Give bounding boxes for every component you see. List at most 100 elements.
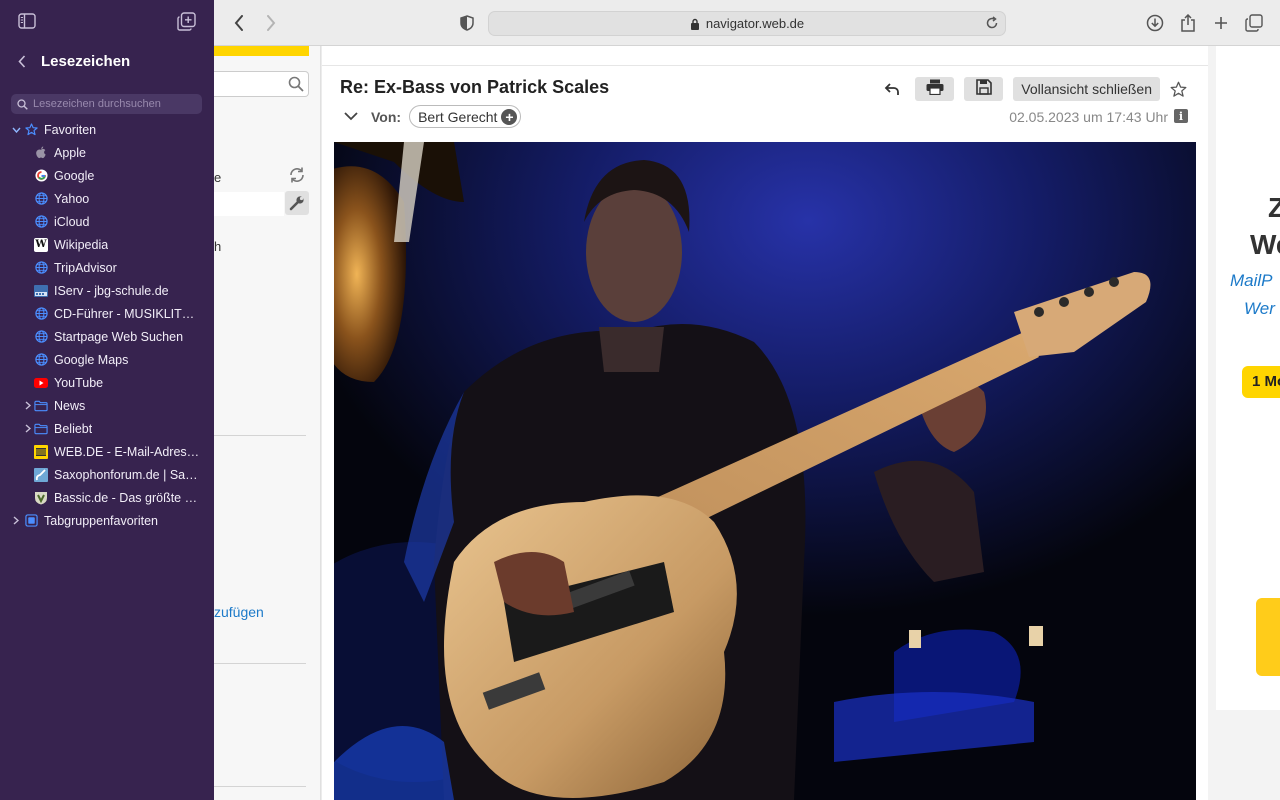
info-icon[interactable]: i xyxy=(1174,109,1188,123)
ad-envelope-graphic xyxy=(1256,598,1280,676)
bookmark-item-tripadvisor[interactable]: TripAdvisor xyxy=(0,256,214,279)
mail-date: 02.05.2023 um 17:43 Uhr xyxy=(1009,109,1168,125)
address-bar[interactable]: navigator.web.de xyxy=(488,11,1006,36)
folder-row[interactable] xyxy=(214,192,284,216)
star-icon[interactable] xyxy=(1166,77,1190,101)
bookmark-search-input[interactable] xyxy=(33,98,193,110)
tab-overview-icon[interactable] xyxy=(1243,12,1265,34)
bookmark-label: WEB.DE - E-Mail-Adresse… xyxy=(54,444,202,459)
webde-icon xyxy=(34,444,48,459)
print-button[interactable] xyxy=(915,77,955,101)
tab-group-icon xyxy=(24,514,38,528)
bookmark-item-google[interactable]: Google xyxy=(0,164,214,187)
attached-photo-bassist xyxy=(334,142,1196,800)
bookmark-label: TripAdvisor xyxy=(54,260,117,275)
sender-chip[interactable]: Bert Gerecht + xyxy=(409,105,522,128)
youtube-icon xyxy=(34,376,48,390)
bookmark-item-bassic[interactable]: Bassic.de - Das größte de… xyxy=(0,486,214,509)
bookmark-item-startpage[interactable]: Startpage Web Suchen xyxy=(0,325,214,348)
bookmark-list: Favoriten Apple Google Yahoo iCloud W Wi… xyxy=(0,118,214,532)
bookmark-folder-beliebt[interactable]: Beliebt xyxy=(0,417,214,440)
sidebar-title: Lesezeichen xyxy=(41,52,131,70)
bookmark-item-google-maps[interactable]: Google Maps xyxy=(0,348,214,371)
wikipedia-icon: W xyxy=(34,237,48,252)
download-icon[interactable] xyxy=(1144,12,1166,34)
truncated-label: e xyxy=(214,170,222,185)
mail-actions: Vollansicht schließen xyxy=(879,77,1190,101)
reload-icon[interactable] xyxy=(985,16,999,33)
save-button[interactable] xyxy=(964,77,1004,101)
divider xyxy=(214,663,306,664)
globe-icon xyxy=(34,215,48,229)
share-icon[interactable] xyxy=(1177,12,1199,34)
add-link-fragment[interactable]: zufügen xyxy=(214,604,264,620)
disclosure-right-icon[interactable] xyxy=(10,516,22,525)
folder-icon xyxy=(34,422,48,436)
ad-subline-1: MailP xyxy=(1230,271,1273,290)
bookmark-item-webde[interactable]: WEB.DE - E-Mail-Adresse… xyxy=(0,440,214,463)
sidebar-toolbar xyxy=(0,0,214,46)
new-tab-group-icon[interactable] xyxy=(177,12,196,36)
tab-group-favorites-folder[interactable]: Tabgruppenfavoriten xyxy=(0,509,214,532)
bookmark-item-apple[interactable]: Apple xyxy=(0,141,214,164)
mail-search-input[interactable] xyxy=(214,71,309,97)
refresh-icon[interactable] xyxy=(288,166,306,189)
forward-arrow-icon[interactable] xyxy=(260,12,282,34)
back-chevron-icon[interactable] xyxy=(18,54,36,68)
bookmark-search-field[interactable] xyxy=(11,94,202,114)
sidebar-header: Lesezeichen xyxy=(0,46,214,76)
bookmark-label: News xyxy=(54,398,86,413)
ad-headline-2: We xyxy=(1250,229,1280,260)
bookmark-item-saxophonforum[interactable]: Saxophonforum.de | Saxo… xyxy=(0,463,214,486)
reply-icon[interactable] xyxy=(879,77,905,101)
bookmark-item-youtube[interactable]: YouTube xyxy=(0,371,214,394)
globe-icon xyxy=(34,307,48,321)
mail-folder-panel: e h zufügen xyxy=(214,46,321,800)
ad-headline-1: Z xyxy=(1268,192,1280,223)
close-full-view-button[interactable]: Vollansicht schließen xyxy=(1013,77,1160,101)
bookmark-label: Startpage Web Suchen xyxy=(54,329,184,344)
add-contact-icon[interactable]: + xyxy=(501,108,518,125)
search-icon[interactable] xyxy=(288,76,304,97)
bookmarks-sidebar: Lesezeichen Favoriten Apple xyxy=(0,0,214,800)
bass-player-photo-image xyxy=(334,142,1196,800)
bookmark-label: YouTube xyxy=(54,375,104,390)
bookmark-item-wikipedia[interactable]: W Wikipedia xyxy=(0,233,214,256)
truncated-label: h xyxy=(214,239,222,254)
favorites-label: Favoriten xyxy=(44,122,97,137)
globe-icon xyxy=(34,330,48,344)
address-url: navigator.web.de xyxy=(705,16,805,31)
bookmark-item-iserv[interactable]: IServ - jbg-schule.de xyxy=(0,279,214,302)
globe-icon xyxy=(34,353,48,367)
divider xyxy=(214,786,306,787)
from-row: Von: Bert Gerecht + xyxy=(340,105,522,128)
disclosure-right-icon[interactable] xyxy=(22,401,34,410)
bookmark-folder-news[interactable]: News xyxy=(0,394,214,417)
bookmark-label: Apple xyxy=(54,145,86,160)
favorites-folder[interactable]: Favoriten xyxy=(0,118,214,141)
tab-groups-label: Tabgruppenfavoriten xyxy=(44,513,158,528)
sidebar-toggle-icon[interactable] xyxy=(18,13,36,34)
apple-icon xyxy=(34,146,48,160)
bookmark-label: Google xyxy=(54,168,95,183)
browser-toolbar: navigator.web.de xyxy=(214,0,1280,46)
ad-cta-button[interactable]: 1 Mo xyxy=(1242,366,1280,398)
bookmark-item-cd-fuehrer[interactable]: CD-Führer - MUSIKLITER… xyxy=(0,302,214,325)
globe-icon xyxy=(34,192,48,206)
bookmark-label: Bassic.de - Das größte de… xyxy=(54,490,202,505)
divider xyxy=(214,435,306,436)
bookmark-item-icloud[interactable]: iCloud xyxy=(0,210,214,233)
wrench-icon[interactable] xyxy=(285,191,309,215)
mail-toolbar xyxy=(322,46,1208,66)
bookmark-item-yahoo[interactable]: Yahoo xyxy=(0,187,214,210)
privacy-shield-icon[interactable] xyxy=(456,12,478,34)
floppy-disk-icon xyxy=(975,78,992,100)
back-arrow-icon[interactable] xyxy=(228,12,250,34)
chevron-down-icon[interactable] xyxy=(340,106,362,128)
new-tab-plus-icon[interactable] xyxy=(1210,12,1232,34)
bookmark-label: IServ - jbg-schule.de xyxy=(54,283,169,298)
disclosure-down-icon[interactable] xyxy=(10,127,22,133)
bassic-icon xyxy=(34,491,48,505)
iserv-icon xyxy=(34,284,48,298)
disclosure-right-icon[interactable] xyxy=(22,424,34,433)
